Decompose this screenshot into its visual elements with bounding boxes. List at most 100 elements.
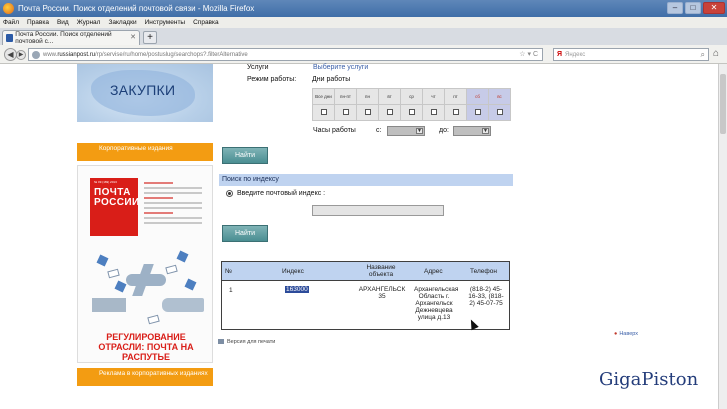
magazine-cover[interactable]: № 09 (169) 2013 ПОЧТА РОССИИ РЕГУЛИРОВАН… [77,165,213,363]
menu-help[interactable]: Справка [193,19,219,26]
day-tue-checkbox[interactable] [386,109,393,115]
day-sat-label: сб [475,94,480,99]
zakupki-text: ЗАКУПКИ [110,82,176,98]
mode-label: Режим работы: [247,76,297,83]
menu-file[interactable]: Файл [3,19,19,26]
hours-to-label: до: [439,127,449,134]
navigation-bar: ◀ ▶ www. russianpost.ru/rp/servise/ru/hom… [0,45,727,64]
hours-label: Часы работы [313,127,356,134]
days-table: Все дни пн-пт пн вт ср чт пт сб вс [312,88,511,121]
day-mon-label: пн [356,88,379,105]
watermark: GigaPiston [599,369,699,390]
row-index[interactable]: 163000 [285,286,309,293]
day-wed-checkbox[interactable] [408,109,415,115]
search-placeholder: Яндекс [565,51,586,58]
tab-close-icon[interactable]: ✕ [130,33,136,41]
corp-pubs-header[interactable]: Корпоративные издания [77,143,213,161]
maximize-icon[interactable]: □ [685,2,701,14]
back-to-top-link[interactable]: ● Наверх [614,331,638,337]
magazine-issue: № 09 (169) 2013 [94,180,117,184]
url-domain: russianpost.ru [57,51,96,58]
index-radio-label: Введите почтовый индекс : [237,190,326,197]
zakupki-banner[interactable]: ЗАКУПКИ [77,64,213,122]
postal-index-input[interactable] [312,205,444,216]
chevron-down-icon: ▼ [482,128,489,134]
site-favicon-icon [6,34,14,42]
site-identity-icon [32,50,40,59]
forward-icon[interactable]: ▶ [16,50,26,60]
day-fri-checkbox[interactable] [452,109,459,115]
back-to-top-label: Наверх [619,331,639,337]
day-wed-label: ср [400,88,423,105]
chevron-down-icon: ▼ [416,128,423,134]
magazine-headline: РЕГУЛИРОВАНИЕ ОТРАСЛИ: ПОЧТА НА РАСПУТЬЕ [98,332,194,362]
close-icon[interactable]: ✕ [703,2,725,14]
url-prefix: www. [43,51,58,58]
row-address: Архангельская Область г. Архангельск Деж… [414,286,459,321]
hours-to-select[interactable]: ▼ [453,126,491,136]
menu-history[interactable]: Журнал [77,19,101,26]
tab-label: Почта России. Поиск отделений почтовой с… [15,31,112,45]
menu-bookmarks[interactable]: Закладки [108,19,136,26]
tab-current[interactable]: Почта России. Поиск отделений почтовой с… [2,30,140,45]
magazine-title: ПОЧТА РОССИИ [94,187,140,208]
hours-from-select[interactable]: ▼ [387,126,425,136]
search-icon[interactable]: ⌕ [701,50,705,60]
days-label: Дни работы [312,76,351,83]
scrollbar-thumb[interactable] [720,74,726,134]
day-tue-label: вт [378,88,401,105]
row-name: АРХАНГЕЛЬСК 35 [358,286,406,300]
day-weekdays-label: пн-пт [334,88,357,105]
day-thu-checkbox[interactable] [430,109,437,115]
col-num-header: № [225,268,232,275]
ads-header[interactable]: Реклама в корпоративных изданиях [77,368,213,386]
yandex-icon: Я [557,51,563,58]
day-all-label: Все дни [312,88,335,105]
index-search-header: Поиск по индексу [219,174,513,186]
day-mon-checkbox[interactable] [364,109,371,115]
menu-edit[interactable]: Правка [27,19,49,26]
window-controls: – □ ✕ [667,2,725,14]
printer-icon [218,339,224,345]
day-sat-cell: сб [466,88,489,105]
find-button[interactable]: Найти [222,147,268,164]
menu-view[interactable]: Вид [57,19,69,26]
col-phone-header: Телефон [470,268,497,275]
col-address-header: Адрес [424,268,443,275]
firefox-icon [3,3,14,14]
services-link[interactable]: Выберите услуги [313,64,368,71]
day-sun-label: вс [497,94,502,99]
find-index-button[interactable]: Найти [222,225,268,242]
results-header-row: № Индекс Название объекта Адрес Телефон [222,262,509,281]
title-bar: Почта России. Поиск отделений почтовой с… [0,0,727,17]
services-label: Услуги [247,64,269,71]
window-title: Почта России. Поиск отделений почтовой с… [18,4,255,13]
new-tab-button[interactable]: + [143,31,157,44]
page-content: ЗАКУПКИ Корпоративные издания № 09 (169)… [0,64,727,409]
day-fri-label: пт [444,88,467,105]
index-radio[interactable] [226,190,233,197]
address-bar[interactable]: www. russianpost.ru/rp/servise/ru/home/po… [28,48,543,61]
home-icon[interactable]: ⌂ [713,48,719,59]
minimize-icon[interactable]: – [667,2,683,14]
day-thu-label: чт [422,88,445,105]
col-name-header: Название объекта [366,264,396,278]
magazine-logo: № 09 (169) 2013 ПОЧТА РОССИИ [90,178,140,236]
url-path: /rp/servise/ru/home/postuslug/searchops?… [95,51,248,58]
print-version-link[interactable]: Версия для печати [218,339,275,345]
row-phone: (818-2) 45-16-33, (818-2) 45-07-75 [468,286,504,307]
search-box[interactable]: Я Яндекс ⌕ [553,48,709,61]
arrow-up-icon: ● [614,331,618,337]
day-all-checkbox[interactable] [320,109,327,115]
menu-bar: Файл Правка Вид Журнал Закладки Инструме… [0,17,727,28]
results-table: № Индекс Название объекта Адрес Телефон … [221,261,510,330]
day-sat-checkbox[interactable] [474,109,481,115]
row-num: 1 [229,287,233,294]
tab-bar: Почта России. Поиск отделений почтовой с… [0,28,727,45]
day-weekdays-checkbox[interactable] [342,109,349,115]
bookmark-star-icon[interactable]: ☆ ▾ C [519,50,538,58]
day-sun-checkbox[interactable] [496,109,503,115]
vertical-scrollbar[interactable] [718,64,727,409]
menu-tools[interactable]: Инструменты [145,19,186,26]
col-index-header: Индекс [282,268,304,275]
